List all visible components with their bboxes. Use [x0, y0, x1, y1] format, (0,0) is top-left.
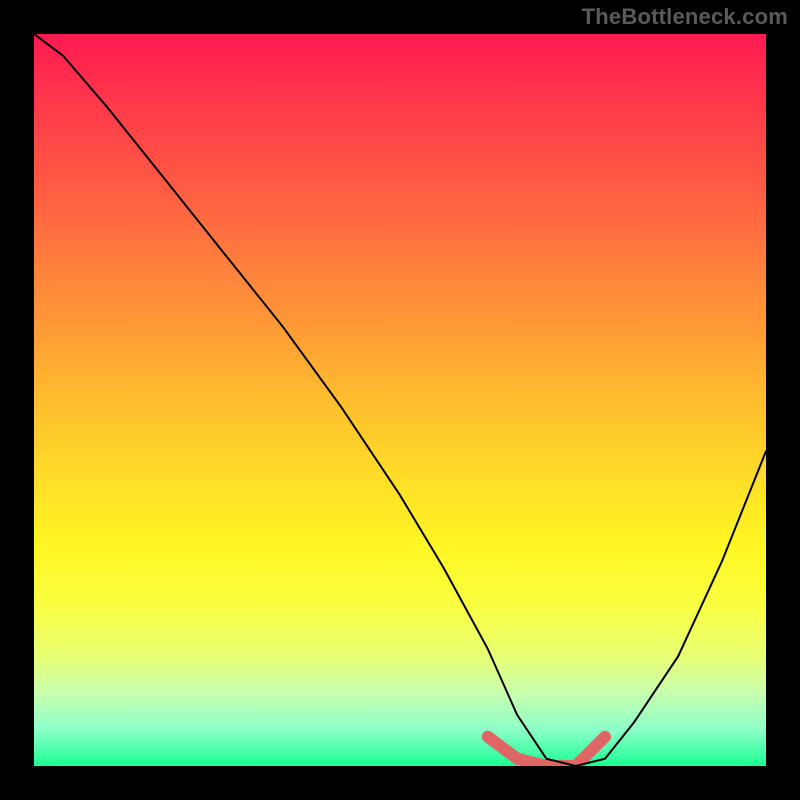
bottleneck-curve — [34, 34, 766, 766]
plot-area — [34, 34, 766, 766]
chart-svg — [34, 34, 766, 766]
optimal-range-highlight — [488, 737, 605, 766]
watermark-text: TheBottleneck.com — [582, 4, 788, 30]
chart-frame: TheBottleneck.com — [0, 0, 800, 800]
